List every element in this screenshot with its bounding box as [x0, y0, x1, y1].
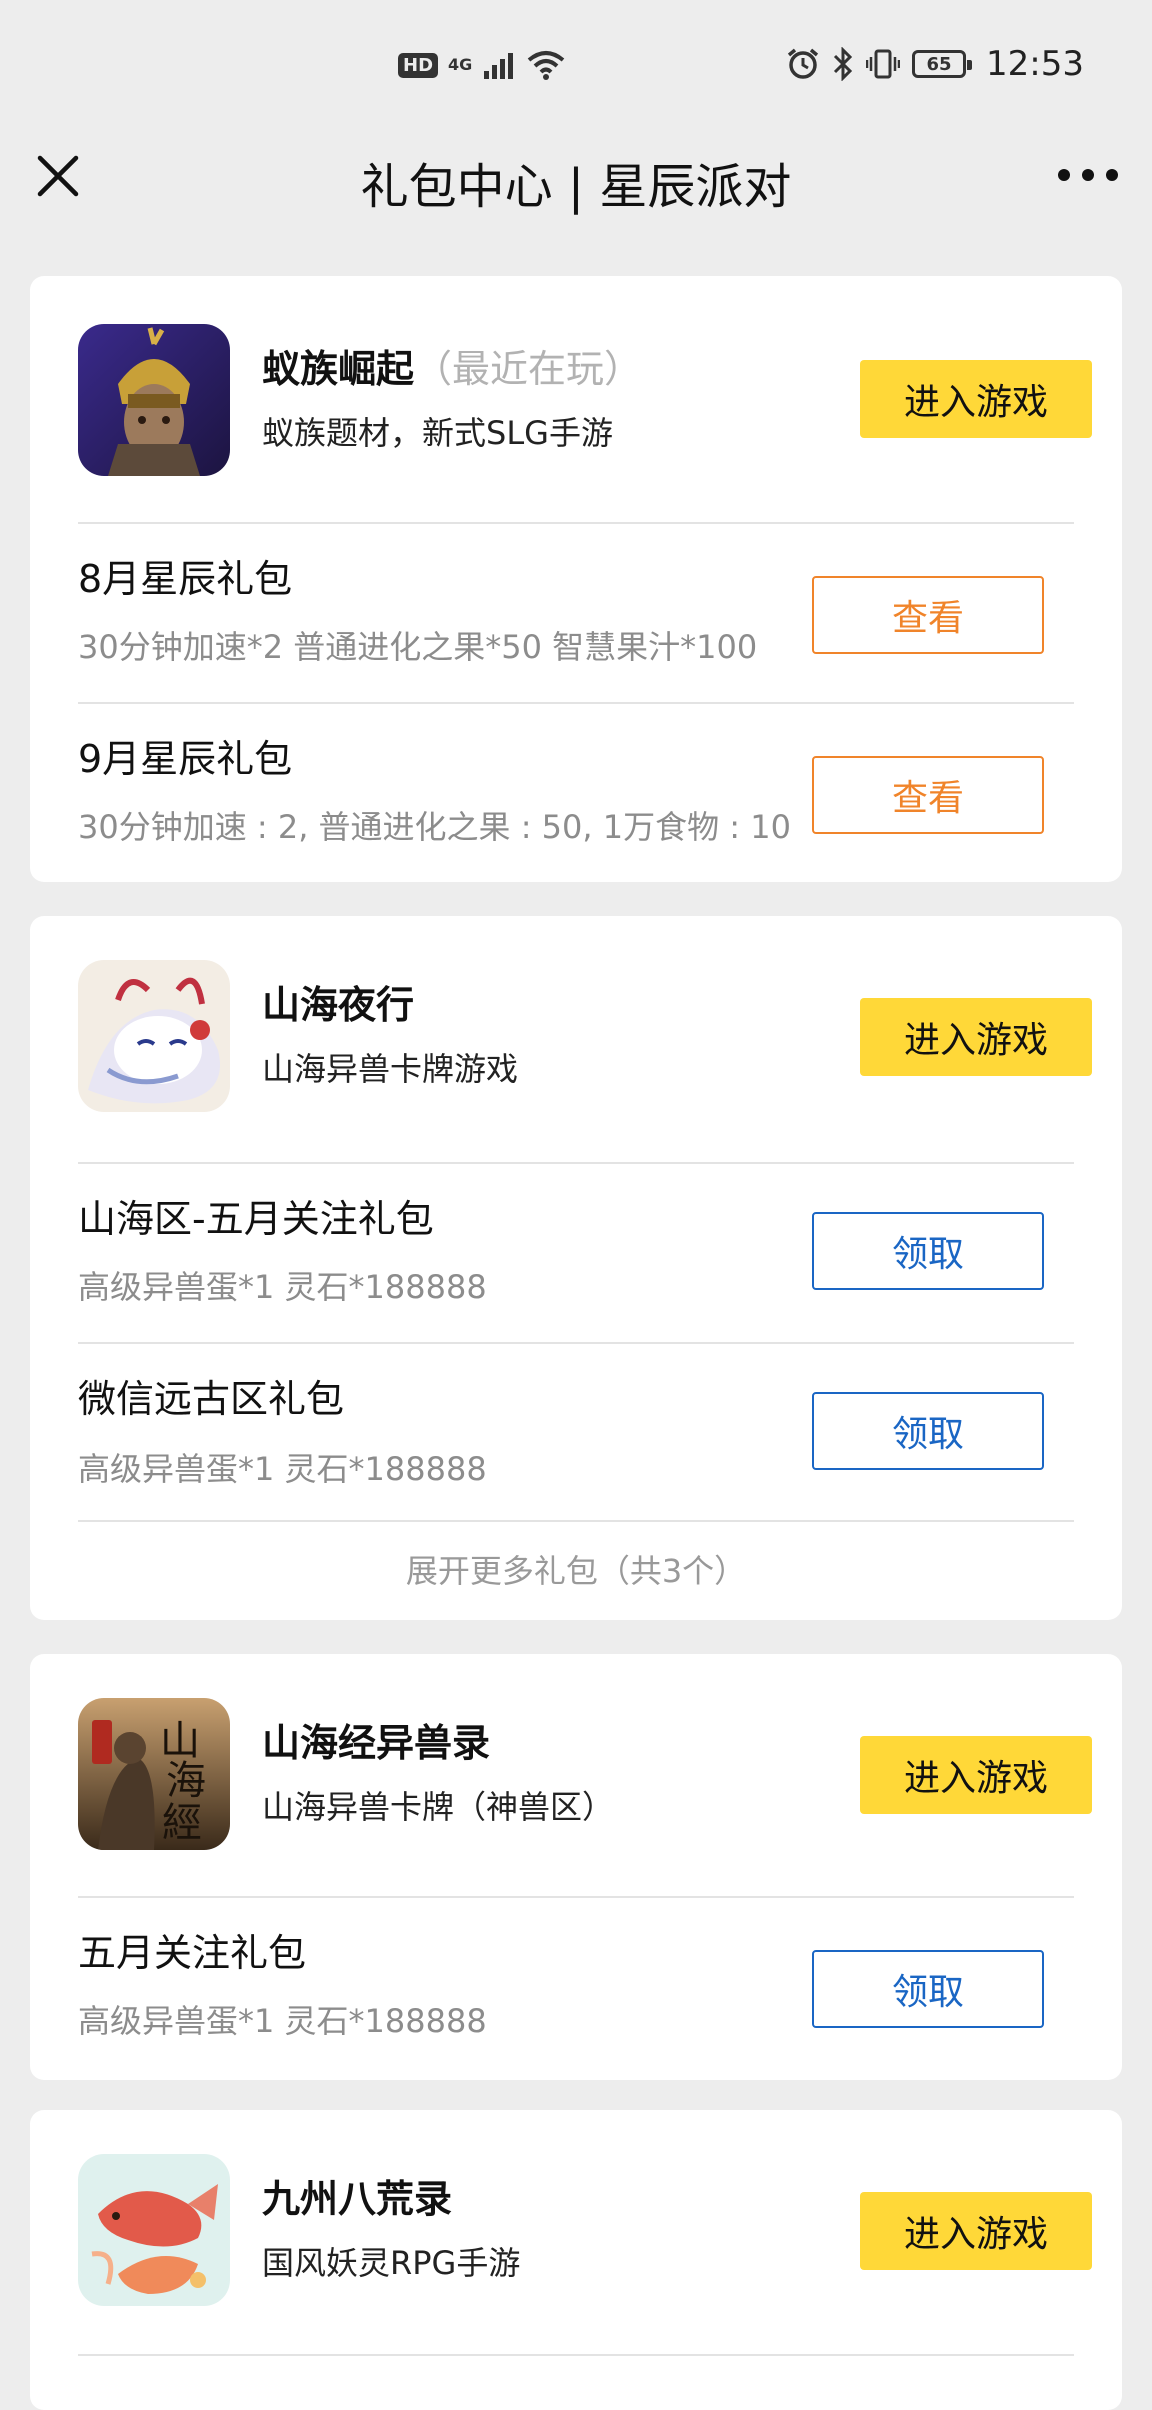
game-header: 蚁族崛起（最近在玩） 蚁族题材，新式SLG手游 进入游戏 — [78, 324, 1092, 476]
game-description: 山海异兽卡牌游戏 — [262, 1050, 519, 1088]
enter-game-button[interactable]: 进入游戏 — [860, 360, 1092, 438]
divider — [78, 1896, 1074, 1898]
enter-game-button[interactable]: 进入游戏 — [860, 1736, 1092, 1814]
more-options-icon[interactable] — [1058, 160, 1118, 190]
expand-more-gifts-link[interactable]: 展开更多礼包（共3个） — [30, 1546, 1122, 1592]
status-left: HD 4G — [398, 50, 566, 80]
game-description: 国风妖灵RPG手游 — [262, 2244, 521, 2282]
status-bar: HD 4G 65 12:53 — [0, 0, 1152, 130]
page-title: 礼包中心 | 星辰派对 — [360, 159, 792, 215]
game-title: 九州八荒录 — [262, 2177, 453, 2221]
game-card: 蚁族崛起（最近在玩） 蚁族题材，新式SLG手游 进入游戏 8月星辰礼包 30分钟… — [30, 276, 1122, 882]
game-header: 山 海 經 山海经异兽录 山海异兽卡牌（神兽区） 进入游戏 — [78, 1698, 1092, 1850]
hd-badge: HD — [398, 52, 439, 78]
game-title: 山海夜行 — [262, 983, 415, 1027]
claim-gift-button[interactable]: 领取 — [812, 1212, 1044, 1290]
network-label: 4G — [448, 55, 473, 74]
divider — [78, 1162, 1074, 1164]
battery-icon: 65 — [912, 50, 973, 78]
signal-icon — [484, 53, 514, 79]
game-header: 九州八荒录 国风妖灵RPG手游 进入游戏 — [78, 2154, 1092, 2306]
shanhaijing-logo-icon[interactable]: 山 海 經 — [78, 1698, 230, 1850]
wifi-icon — [528, 51, 565, 80]
svg-text:經: 經 — [162, 1800, 202, 1846]
svg-text:海: 海 — [166, 1758, 206, 1804]
recent-play-tag: （最近在玩） — [414, 347, 643, 391]
alarm-icon — [787, 48, 819, 79]
nav-bar: 礼包中心 | 星辰派对 — [0, 130, 1152, 248]
clock: 12:53 — [986, 44, 1084, 84]
gift-description: 30分钟加速 : 2, 普通进化之果 : 50, 1万食物 : 10 — [78, 808, 791, 846]
view-gift-button[interactable]: 查看 — [812, 576, 1044, 654]
enter-game-button[interactable]: 进入游戏 — [860, 2192, 1092, 2270]
more-dot — [1058, 169, 1070, 181]
bluetooth-icon — [833, 47, 853, 81]
gift-title: 9月星辰礼包 — [78, 737, 293, 781]
game-card: 九州八荒录 国风妖灵RPG手游 进入游戏 — [30, 2110, 1122, 2410]
gift-description: 高级异兽蛋*1 灵石*188888 — [78, 1268, 487, 1306]
battery-level: 65 — [926, 53, 952, 75]
claim-gift-button[interactable]: 领取 — [812, 1950, 1044, 2028]
ant-warrior-icon[interactable] — [78, 324, 230, 476]
more-dot — [1082, 169, 1094, 181]
divider — [78, 702, 1074, 704]
gift-description: 高级异兽蛋*1 灵石*188888 — [78, 1450, 487, 1488]
game-description: 山海异兽卡牌（神兽区） — [262, 1788, 615, 1826]
game-title: 蚁族崛起 — [262, 347, 415, 391]
divider — [78, 522, 1074, 524]
gift-description: 30分钟加速*2 普通进化之果*50 智慧果汁*100 — [78, 628, 758, 666]
enter-game-button[interactable]: 进入游戏 — [860, 998, 1092, 1076]
koi-fish-icon[interactable] — [78, 2154, 230, 2306]
more-dot — [1106, 169, 1118, 181]
divider — [78, 2354, 1074, 2356]
view-gift-button[interactable]: 查看 — [812, 756, 1044, 834]
game-title: 山海经异兽录 — [262, 1721, 491, 1765]
game-card: 山 海 經 山海经异兽录 山海异兽卡牌（神兽区） 进入游戏 五月关注礼包 高级异… — [30, 1654, 1122, 2080]
gift-title: 山海区-五月关注礼包 — [78, 1197, 434, 1241]
gift-title: 微信远古区礼包 — [78, 1377, 345, 1421]
game-name: 蚁族崛起（最近在玩） — [262, 338, 642, 393]
vibrate-icon — [866, 49, 901, 79]
gift-title: 五月关注礼包 — [78, 1931, 307, 1975]
game-description: 蚁族题材，新式SLG手游 — [262, 414, 613, 452]
divider — [78, 1520, 1074, 1522]
claim-gift-button[interactable]: 领取 — [812, 1392, 1044, 1470]
game-header: 山海夜行 山海异兽卡牌游戏 进入游戏 — [78, 960, 1092, 1112]
gift-title: 8月星辰礼包 — [78, 557, 293, 601]
game-card: 山海夜行 山海异兽卡牌游戏 进入游戏 山海区-五月关注礼包 高级异兽蛋*1 灵石… — [30, 916, 1122, 1620]
status-right: 65 12:53 — [786, 44, 1084, 84]
mythic-beast-icon[interactable] — [78, 960, 230, 1112]
gift-description: 高级异兽蛋*1 灵石*188888 — [78, 2002, 487, 2040]
divider — [78, 1342, 1074, 1344]
